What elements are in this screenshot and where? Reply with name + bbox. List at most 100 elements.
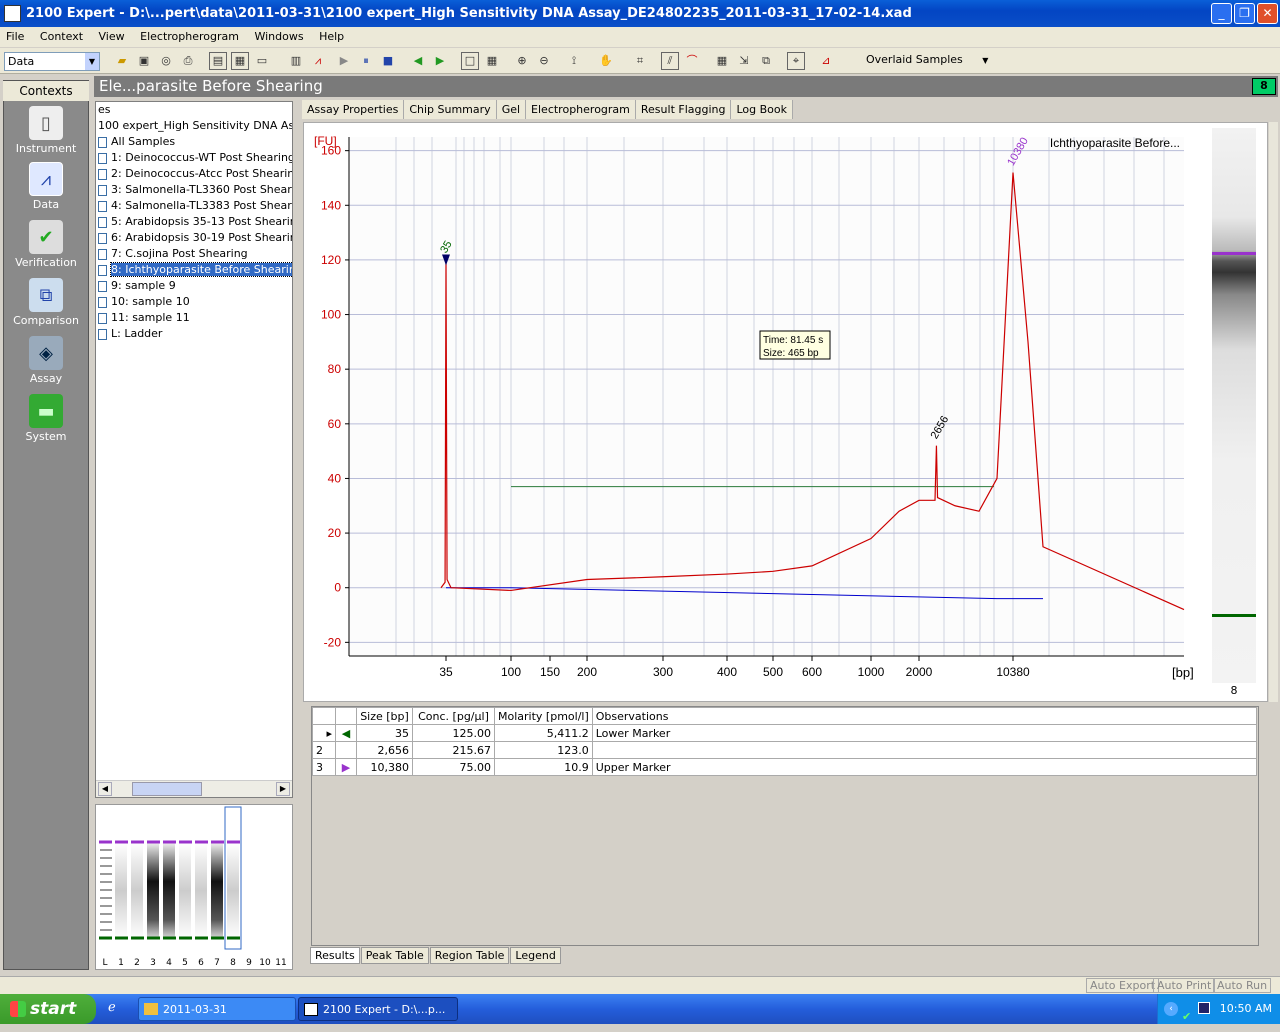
tree-item[interactable]: All Samples [96, 134, 292, 150]
menu-windows[interactable]: Windows [248, 27, 309, 46]
menu-electropherogram[interactable]: Electropherogram [134, 27, 245, 46]
context-system[interactable]: ▬ System [3, 394, 89, 443]
windows-logo-icon [10, 1001, 26, 1017]
axis-icon[interactable]: ⊿ [817, 52, 835, 70]
tab-log-book[interactable]: Log Book [731, 100, 794, 119]
window-view-icon[interactable]: ▦ [231, 52, 249, 70]
task-folder[interactable]: 2011-03-31 [138, 997, 296, 1021]
data-icon: ⩘ [29, 162, 63, 196]
scale-icon[interactable]: ⌖ [787, 52, 805, 70]
tree-item[interactable]: 4: Salmonella-TL3383 Post Shearing [96, 198, 292, 214]
task-2100-expert-label: 2100 Expert - D:\...p... [323, 1003, 446, 1016]
export-icon[interactable]: ⇲ [735, 52, 753, 70]
curve-icon[interactable]: ⌒ [683, 52, 701, 70]
tree-item[interactable]: 2: Deinococcus-Atcc Post Shearing [96, 166, 292, 182]
tree-item[interactable]: 6: Arabidopsis 30-19 Post Shearing [96, 230, 292, 246]
tab-gel[interactable]: Gel [496, 100, 527, 119]
security-icon[interactable]: ✔ [1182, 1002, 1191, 1032]
close-button[interactable]: ✕ [1257, 3, 1278, 24]
overlaid-samples-dropdown[interactable]: Overlaid Samples ▼ [866, 53, 988, 66]
tab-chip-summary[interactable]: Chip Summary [404, 100, 497, 119]
tab-results[interactable]: Results [310, 947, 360, 964]
tree-item[interactable]: 1: Deinococcus-WT Post Shearing [96, 150, 292, 166]
context-assay[interactable]: ◈ Assay [3, 336, 89, 385]
table-row[interactable]: ▸ ◀ 35 125.00 5,411.2 Lower Marker [312, 724, 1257, 742]
tag-icon[interactable]: ⌗ [631, 52, 649, 70]
menu-context[interactable]: Context [34, 27, 89, 46]
col-size[interactable]: Size [bp] [356, 707, 413, 725]
open-folder-icon[interactable]: ▰ [113, 52, 131, 70]
col-molarity[interactable]: Molarity [pmol/l] [494, 707, 593, 725]
forward-arrow-icon[interactable]: ▶ [431, 52, 449, 70]
hand-tool-icon[interactable]: ✋ [597, 52, 615, 70]
assay-icon: ◈ [29, 336, 63, 370]
tree-horizontal-scrollbar[interactable]: ◀ ▶ [96, 780, 292, 797]
tab-legend[interactable]: Legend [510, 947, 561, 964]
markers-icon[interactable]: ⫽ [661, 52, 679, 70]
task-2100-expert[interactable]: 2100 Expert - D:\...p... [298, 997, 458, 1021]
tree-item[interactable]: 7: C.sojina Post Shearing [96, 246, 292, 262]
tree-item[interactable]: 8: Ichthyoparasite Before Shearing [96, 262, 292, 278]
table-row[interactable]: 2 2,656 215.67 123.0 [312, 741, 1257, 759]
tree-item[interactable]: 3: Salmonella-TL3360 Post Shearing [96, 182, 292, 198]
card-icon[interactable]: ▭ [253, 52, 271, 70]
menu-help[interactable]: Help [313, 27, 350, 46]
tree-file[interactable]: 100 expert_High Sensitivity DNA Assay_ [96, 118, 292, 134]
start-button[interactable]: start [0, 994, 96, 1024]
table-icon[interactable]: ▦ [713, 52, 731, 70]
tray-expand-icon[interactable]: ‹ [1164, 1002, 1178, 1016]
gel-overview[interactable]: L 1 2 3 4 5 6 7 8 9 10 11 [95, 804, 293, 970]
context-comparison[interactable]: ⧉ Comparison [3, 278, 89, 327]
minimize-button[interactable]: _ [1211, 3, 1232, 24]
tree-view-icon[interactable]: ▤ [209, 52, 227, 70]
tab-result-flagging[interactable]: Result Flagging [635, 100, 732, 119]
tree-item[interactable]: 5: Arabidopsis 35-13 Post Shearing [96, 214, 292, 230]
zoom-in-icon[interactable]: ⊕ [513, 52, 531, 70]
cd-icon[interactable]: ◎ [157, 52, 175, 70]
stop-icon[interactable]: ■ [379, 52, 397, 70]
bars-icon[interactable]: ▥ [287, 52, 305, 70]
tree-item[interactable]: 9: sample 9 [96, 278, 292, 294]
menu-file[interactable]: File [0, 27, 30, 46]
restore-button[interactable]: ❐ [1234, 3, 1255, 24]
electropherogram-area[interactable]: -20 0 20 40 60 80 100 120 140 160 35 100 150 200 300 40… [303, 122, 1268, 702]
monitor-icon[interactable] [1198, 1002, 1210, 1014]
ie-icon[interactable]: ℯ [108, 1000, 124, 1016]
sample-icon [98, 312, 107, 324]
single-view-icon[interactable]: □ [461, 52, 479, 70]
tree-item[interactable]: 11: sample 11 [96, 310, 292, 326]
tree-item[interactable]: L: Ladder [96, 326, 292, 342]
context-verification[interactable]: ✔ Verification [3, 220, 89, 269]
context-instrument[interactable]: ▯ Instrument [3, 106, 89, 155]
context-select[interactable]: Data ▼ [4, 52, 100, 71]
menu-view[interactable]: View [93, 27, 131, 46]
col-observations[interactable]: Observations [591, 707, 1257, 725]
grid-view-icon[interactable]: ▦ [483, 52, 501, 70]
x-tick-label: 100 [501, 665, 521, 679]
tab-peak-table[interactable]: Peak Table [360, 947, 429, 964]
gel-lane [115, 843, 127, 939]
scroll-right-icon[interactable]: ▶ [276, 782, 290, 796]
compare-icon[interactable]: ⧉ [757, 52, 775, 70]
col-conc[interactable]: Conc. [pg/µl] [412, 707, 495, 725]
x-tick-label: 10380 [996, 665, 1030, 679]
pause-icon[interactable]: ⏸ [357, 52, 375, 70]
scroll-thumb[interactable] [132, 782, 202, 796]
right-splitter[interactable] [1269, 122, 1278, 702]
context-data[interactable]: ⩘ Data [3, 162, 89, 211]
tree-root[interactable]: es [96, 102, 292, 118]
peak-tool-icon[interactable]: ⟟ [565, 52, 583, 70]
play-icon[interactable]: ▶ [335, 52, 353, 70]
zoom-out-icon[interactable]: ⊖ [535, 52, 553, 70]
print-icon[interactable]: ⎙ [179, 52, 197, 70]
scroll-left-icon[interactable]: ◀ [98, 782, 112, 796]
electropherogram-icon[interactable]: ⩘ [309, 52, 327, 70]
status-auto-run: Auto Run [1213, 978, 1272, 993]
back-arrow-icon[interactable]: ◀ [409, 52, 427, 70]
tab-region-table[interactable]: Region Table [429, 947, 510, 964]
table-row[interactable]: 3 ▶ 10,380 75.00 10.9 Upper Marker [312, 758, 1257, 776]
save-icon[interactable]: ▣ [135, 52, 153, 70]
tab-electropherogram[interactable]: Electropherogram [526, 100, 636, 119]
tree-item[interactable]: 10: sample 10 [96, 294, 292, 310]
tab-assay-properties[interactable]: Assay Properties [302, 100, 405, 119]
